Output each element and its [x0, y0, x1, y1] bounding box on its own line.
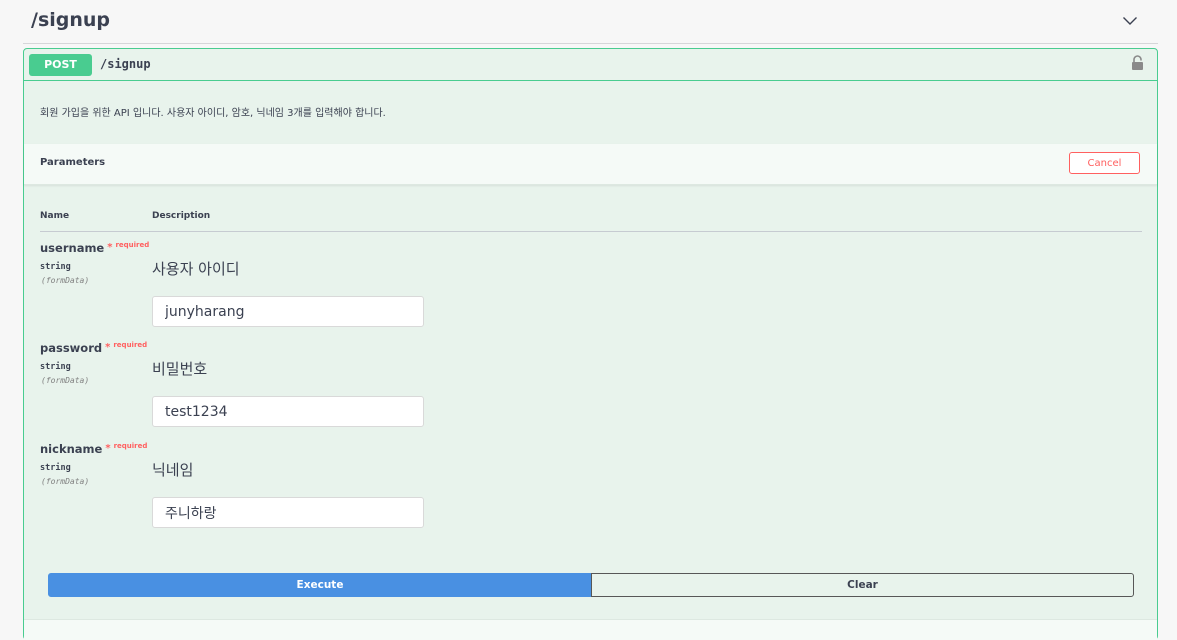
parameter-name: password * required	[40, 341, 148, 355]
parameter-name: username * required	[40, 241, 150, 255]
required-star: *	[105, 443, 111, 454]
tag-title: /signup	[31, 9, 111, 31]
opblock-post-signup: POST /signup 회원 가입을 위한 API 입니다. 사용자 아이디,…	[23, 48, 1158, 640]
parameter-description: 사용자 아이디	[152, 260, 240, 278]
lock-icon[interactable]	[1131, 55, 1144, 71]
parameter-row-username: username * required string (formData) 사용자 …	[24, 241, 1157, 341]
parameter-type: string	[40, 362, 71, 372]
nickname-input[interactable]	[152, 497, 424, 528]
chevron-up-icon[interactable]	[1122, 13, 1138, 29]
method-badge: POST	[29, 54, 92, 76]
opblock-summary[interactable]: POST /signup	[24, 49, 1157, 81]
parameter-in: (formData)	[41, 477, 90, 486]
parameter-description: 비밀번호	[152, 360, 208, 378]
parameter-row-password: password * required string (formData) 비밀번호	[24, 341, 1157, 441]
clear-button[interactable]: Clear	[591, 573, 1134, 597]
responses-header-strip	[24, 619, 1157, 640]
parameters-title: Parameters	[40, 157, 106, 168]
password-input[interactable]	[152, 396, 424, 427]
column-header-name: Name	[40, 211, 70, 221]
username-input[interactable]	[152, 296, 424, 327]
cancel-button[interactable]: Cancel	[1069, 152, 1140, 174]
parameter-row-nickname: nickname * required string (formData) 닉네임	[24, 442, 1157, 542]
parameter-name: nickname * required	[40, 442, 148, 456]
parameters-header: Parameters Cancel	[24, 144, 1157, 185]
column-header-description: Description	[152, 211, 211, 221]
parameter-in: (formData)	[41, 276, 90, 285]
required-star: *	[105, 342, 111, 353]
execute-wrapper: Execute Clear	[48, 573, 1134, 597]
header-divider	[40, 231, 1142, 232]
required-star: *	[107, 242, 113, 253]
parameter-type: string	[40, 463, 71, 473]
operation-path: /signup	[100, 57, 151, 71]
required-label: required	[113, 442, 148, 450]
execute-button[interactable]: Execute	[48, 573, 592, 597]
parameter-type: string	[40, 262, 71, 272]
required-label: required	[113, 341, 148, 349]
parameter-in: (formData)	[41, 376, 90, 385]
required-label: required	[115, 241, 150, 249]
tag-header[interactable]: /signup	[23, 0, 1158, 44]
operation-description: 회원 가입을 위한 API 입니다. 사용자 아이디, 암호, 닉네임 3개를 …	[40, 108, 386, 119]
parameter-description: 닉네임	[152, 461, 194, 479]
